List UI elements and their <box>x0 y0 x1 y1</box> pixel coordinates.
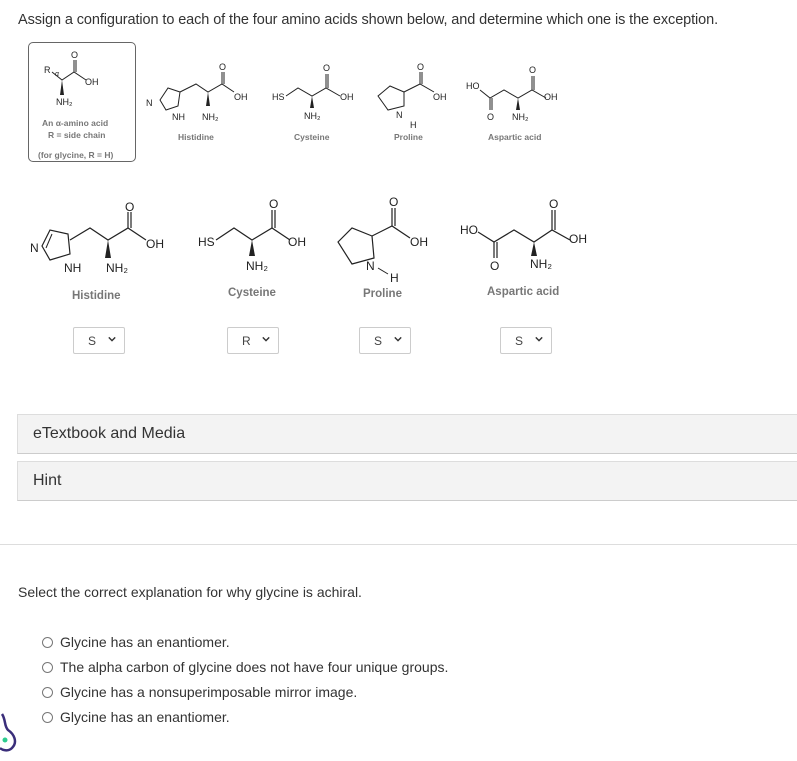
svg-text:Aspartic acid: Aspartic acid <box>487 286 559 298</box>
part2-prompt: Select the correct explanation for why g… <box>18 584 362 600</box>
svg-text:NH₂: NH₂ <box>246 259 268 273</box>
radio-button[interactable] <box>42 686 53 698</box>
proline-config-select[interactable]: S <box>359 327 411 354</box>
svg-text:H: H <box>390 271 399 285</box>
svg-text:HO: HO <box>466 81 480 91</box>
chevron-down-icon <box>108 336 116 342</box>
svg-text:Proline: Proline <box>394 132 423 142</box>
generic-amino-acid-structure: R α O OH NH₂ An α-amino acid R = side ch… <box>38 50 113 160</box>
svg-text:NH₂: NH₂ <box>56 97 73 107</box>
aspartic-acid-config-select[interactable]: S <box>500 327 552 354</box>
svg-text:OH: OH <box>146 237 164 251</box>
svg-text:O: O <box>269 197 278 211</box>
amino-acid-structures: N NH O OH NH₂ Histidine HS O OH NH₂ Cyst… <box>30 195 587 302</box>
option-4[interactable]: Glycine has an enantiomer. <box>42 709 230 725</box>
svg-text:OH: OH <box>569 232 587 246</box>
option-label: Glycine has an enantiomer. <box>60 634 230 650</box>
assistant-launcher-icon[interactable] <box>0 712 22 752</box>
option-label: Glycine has a nonsuperimposable mirror i… <box>60 684 358 700</box>
option-3[interactable]: Glycine has a nonsuperimposable mirror i… <box>42 684 357 700</box>
radio-button[interactable] <box>42 711 53 723</box>
svg-text:O: O <box>219 62 226 72</box>
proline-structure-small: O OH N H Proline <box>377 62 447 142</box>
cysteine-structure-small: HS O OH NH₂ Cysteine <box>272 63 354 142</box>
option-2[interactable]: The alpha carbon of glycine does not hav… <box>42 659 448 675</box>
option-label: The alpha carbon of glycine does not hav… <box>60 659 449 675</box>
svg-text:O: O <box>71 50 78 60</box>
svg-text:O: O <box>487 112 494 122</box>
svg-text:NH₂: NH₂ <box>202 112 219 122</box>
radio-button[interactable] <box>42 661 53 673</box>
svg-text:NH₂: NH₂ <box>304 111 321 121</box>
svg-text:N: N <box>366 259 375 273</box>
svg-text:OH: OH <box>234 92 248 102</box>
svg-text:Histidine: Histidine <box>72 290 121 302</box>
svg-text:O: O <box>323 63 330 73</box>
svg-text:OH: OH <box>85 77 99 87</box>
section-divider <box>0 544 797 545</box>
aspartic-acid-structure: HO O O OH NH₂ Aspartic acid <box>460 197 587 298</box>
svg-text:Aspartic acid: Aspartic acid <box>488 132 541 142</box>
question-text: Assign a configuration to each of the fo… <box>18 12 719 28</box>
svg-text:OH: OH <box>288 235 306 249</box>
svg-text:O: O <box>490 259 499 273</box>
svg-text:OH: OH <box>340 92 354 102</box>
option-1[interactable]: Glycine has an enantiomer. <box>42 634 230 650</box>
svg-text:NH₂: NH₂ <box>512 112 529 122</box>
chevron-down-icon <box>394 336 402 342</box>
svg-text:R: R <box>44 65 51 75</box>
etextbook-media-label: eTextbook and Media <box>33 425 186 442</box>
svg-text:H: H <box>410 120 417 130</box>
svg-text:N: N <box>396 110 403 120</box>
svg-text:O: O <box>125 200 134 214</box>
svg-text:NH: NH <box>64 261 81 275</box>
svg-text:Histidine: Histidine <box>178 132 214 142</box>
svg-text:HO: HO <box>460 223 478 237</box>
aspartic-acid-config-value: S <box>515 333 524 348</box>
radio-button[interactable] <box>42 636 53 648</box>
svg-text:O: O <box>417 62 424 72</box>
proline-structure: O OH N H Proline <box>337 195 428 300</box>
cysteine-structure: HS O OH NH₂ Cysteine <box>198 197 306 299</box>
svg-text:Cysteine: Cysteine <box>228 287 276 299</box>
cysteine-config-value: R <box>242 333 251 348</box>
histidine-structure-small: N NH O OH NH₂ Histidine <box>146 62 248 142</box>
histidine-config-select[interactable]: S <box>73 327 125 354</box>
svg-text:NH: NH <box>172 112 185 122</box>
proline-config-value: S <box>374 333 383 348</box>
svg-text:An α-amino acid: An α-amino acid <box>42 118 108 128</box>
hint-label: Hint <box>33 472 62 489</box>
svg-text:HS: HS <box>272 92 285 102</box>
svg-text:HS: HS <box>198 235 215 249</box>
chevron-down-icon <box>262 336 270 342</box>
cysteine-config-select[interactable]: R <box>227 327 279 354</box>
hint-panel[interactable]: Hint <box>17 461 797 501</box>
chevron-down-icon <box>535 336 543 342</box>
svg-text:Proline: Proline <box>363 288 402 300</box>
svg-text:O: O <box>529 65 536 75</box>
svg-text:O: O <box>549 197 558 211</box>
svg-text:OH: OH <box>433 92 447 102</box>
svg-text:N: N <box>30 241 39 255</box>
svg-text:O: O <box>389 195 398 209</box>
aspartic-acid-structure-small: HO O O OH NH₂ Aspartic acid <box>466 65 558 142</box>
svg-text:N: N <box>146 98 153 108</box>
svg-text:R = side chain: R = side chain <box>48 130 105 140</box>
etextbook-media-panel[interactable]: eTextbook and Media <box>17 414 797 454</box>
svg-text:NH₂: NH₂ <box>106 261 128 275</box>
svg-text:(for glycine, R = H): (for glycine, R = H) <box>38 150 113 160</box>
svg-text:Cysteine: Cysteine <box>294 132 330 142</box>
svg-text:OH: OH <box>410 235 428 249</box>
svg-text:OH: OH <box>544 92 558 102</box>
reference-structures-figure: R α O OH NH₂ An α-amino acid R = side ch… <box>38 50 558 160</box>
histidine-structure: N NH O OH NH₂ Histidine <box>30 200 164 302</box>
svg-text:NH₂: NH₂ <box>530 257 552 271</box>
option-label: Glycine has an enantiomer. <box>60 709 230 725</box>
histidine-config-value: S <box>88 333 97 348</box>
